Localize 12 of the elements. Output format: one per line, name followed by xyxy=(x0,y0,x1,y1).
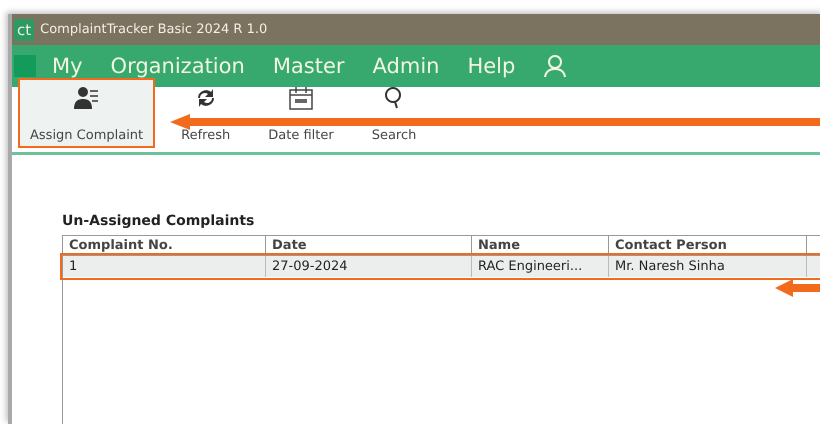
table-cell: 1 xyxy=(63,256,266,277)
table-row[interactable]: 1 27-09-2024 RAC Engineeri... Mr. Naresh Sinha xyxy=(63,256,820,277)
app-logo: ct xyxy=(14,18,34,40)
window-title: ComplaintTracker Basic 2024 R 1.0 xyxy=(40,22,268,37)
table-cell: RAC Engineeri... xyxy=(472,256,609,277)
toolbar-button[interactable]: Refresh xyxy=(169,78,242,148)
table-cell: 27-09-2024 xyxy=(266,256,472,277)
table-cell: Mr. Naresh Sinha xyxy=(609,256,807,277)
toolbar-button[interactable]: Search xyxy=(360,78,428,148)
toolbar-button[interactable]: Assign Complaint xyxy=(18,78,156,148)
toolbar-button[interactable]: Date filter xyxy=(256,78,346,148)
table-title: Un-Assigned Complaints xyxy=(62,213,256,229)
